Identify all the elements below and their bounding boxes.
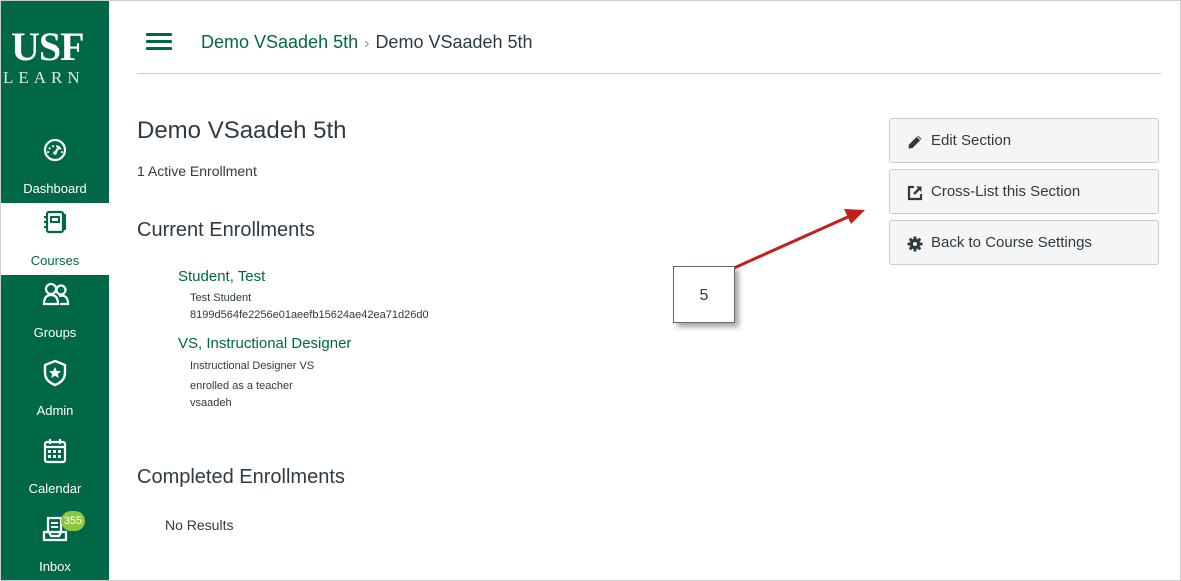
- nav-label-inbox: Inbox: [39, 559, 71, 574]
- gear-icon: [907, 236, 923, 252]
- nav-item-dashboard[interactable]: Dashboard: [1, 131, 109, 203]
- edit-section-button[interactable]: Edit Section: [889, 118, 1159, 163]
- current-enrollments-heading: Current Enrollments: [137, 219, 315, 241]
- calendar-icon: [43, 439, 67, 464]
- back-to-course-settings-button[interactable]: Back to Course Settings: [889, 220, 1159, 265]
- enrollment-name-link[interactable]: VS, Instructional Designer: [178, 335, 351, 353]
- hamburger-line: [146, 47, 172, 50]
- enrollment-detail: enrolled as a teacher: [190, 380, 293, 392]
- nav-label-groups: Groups: [33, 325, 77, 340]
- nav-label-admin: Admin: [36, 403, 74, 418]
- annotation-arrow: [732, 209, 865, 270]
- global-navigation: USF LEARN Dashboard Courses Groups Admin…: [1, 1, 109, 580]
- nav-item-courses[interactable]: Courses: [1, 203, 109, 275]
- nav-item-calendar[interactable]: Calendar: [1, 431, 109, 503]
- external-link-icon: [907, 185, 923, 201]
- cross-list-section-button[interactable]: Cross-List this Section: [889, 169, 1159, 214]
- hamburger-line: [146, 33, 172, 36]
- page-title: Demo VSaadeh 5th: [137, 117, 347, 144]
- no-results-text: No Results: [165, 517, 234, 533]
- breadcrumb: Demo VSaadeh 5th › Demo VSaadeh 5th: [201, 30, 533, 56]
- enrollment-detail: Instructional Designer VS: [190, 360, 315, 372]
- nav-item-inbox[interactable]: 355 Inbox: [1, 509, 109, 581]
- completed-enrollments-heading: Completed Enrollments: [137, 466, 345, 488]
- step-callout: 5: [673, 266, 735, 323]
- dashboard-icon: [43, 138, 67, 162]
- back-to-settings-label: Back to Course Settings: [931, 234, 1092, 251]
- header-divider: [137, 73, 1161, 74]
- breadcrumb-course-link[interactable]: Demo VSaadeh 5th: [201, 32, 358, 52]
- edit-section-label: Edit Section: [931, 132, 1012, 149]
- logo-usf-text: USF: [11, 24, 85, 69]
- breadcrumb-separator: ›: [364, 35, 370, 52]
- enrollment-detail: Test Student: [190, 292, 252, 304]
- cross-list-label: Cross-List this Section: [931, 183, 1081, 200]
- enrollment-name-link[interactable]: Student, Test: [178, 268, 265, 286]
- groups-icon: [42, 282, 70, 306]
- nav-label-courses: Courses: [30, 253, 80, 268]
- inbox-unread-badge: 355: [61, 511, 85, 531]
- nav-item-groups[interactable]: Groups: [1, 275, 109, 347]
- courses-icon: [44, 210, 66, 234]
- pencil-icon: [908, 135, 922, 149]
- enrollment-detail: vsaadeh: [190, 397, 232, 409]
- hamburger-menu-button[interactable]: [146, 33, 172, 51]
- nav-label-dashboard: Dashboard: [23, 181, 87, 196]
- nav-label-calendar: Calendar: [28, 481, 82, 496]
- usf-learn-logo[interactable]: USF LEARN: [1, 1, 109, 97]
- breadcrumb-current-section: Demo VSaadeh 5th: [375, 32, 533, 52]
- nav-item-admin[interactable]: Admin: [1, 353, 109, 425]
- active-enrollment-count: 1 Active Enrollment: [137, 163, 257, 179]
- admin-shield-icon: [43, 359, 67, 387]
- hamburger-line: [146, 40, 172, 43]
- enrollment-detail: 8199d564fe2256e01aeefb15624ae42ea71d26d0: [190, 309, 429, 321]
- logo-learn-text: LEARN: [3, 68, 85, 87]
- page-frame: [0, 0, 1181, 581]
